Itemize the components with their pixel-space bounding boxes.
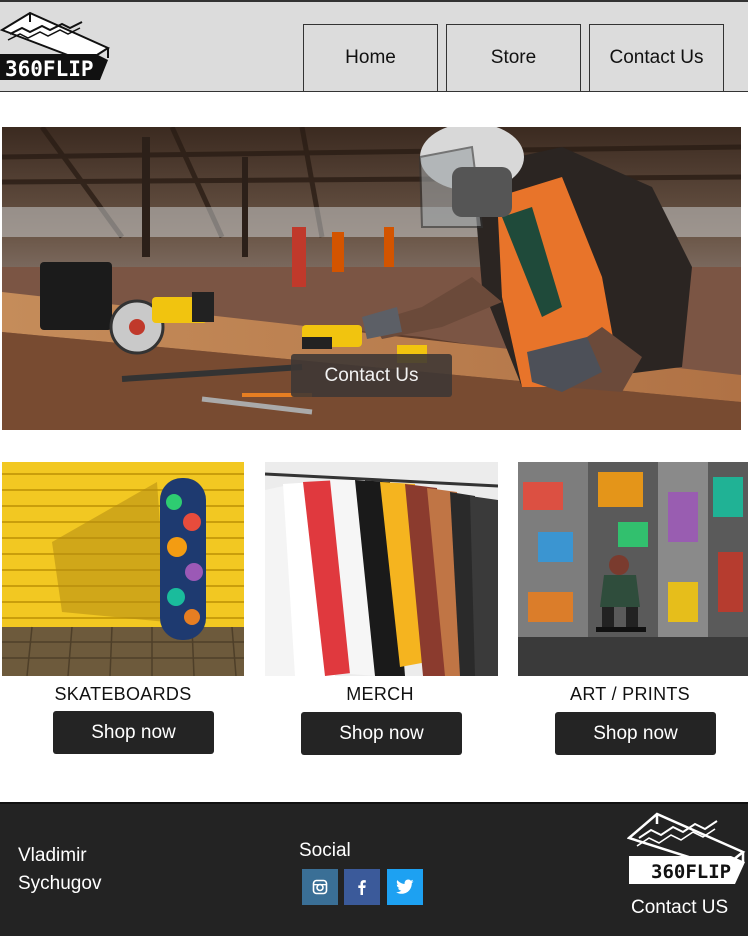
stairs-logo-icon: 360FLIP (0, 11, 111, 81)
facebook-icon (358, 880, 366, 895)
merch-title: MERCH (346, 684, 414, 704)
nav-store-button[interactable]: Store (446, 24, 581, 92)
skateboards-title: SKATEBOARDS (54, 684, 192, 704)
instagram-icon (312, 879, 328, 895)
footer-logo[interactable]: 360FLIP (626, 810, 747, 886)
footer-contact-link[interactable]: Contact US (631, 897, 728, 919)
nav-home-button[interactable]: Home (303, 24, 438, 92)
twitter-icon (396, 879, 414, 894)
owner-name: Vladimir Sychugov (18, 842, 178, 898)
svg-text:360FLIP: 360FLIP (651, 861, 731, 883)
twitter-button[interactable] (387, 869, 423, 905)
facebook-button[interactable] (344, 869, 380, 905)
art-prints-image[interactable] (518, 462, 748, 676)
owner-first-name: Vladimir (18, 845, 87, 866)
hero-contact-button[interactable]: Contact Us (291, 354, 452, 397)
shop-art-prints-button[interactable]: Shop now (555, 712, 716, 755)
art-prints-title: ART / PRINTS (570, 684, 690, 704)
instagram-button[interactable] (302, 869, 338, 905)
shop-skateboards-button[interactable]: Shop now (53, 711, 214, 754)
stairs-logo-icon: 360FLIP (626, 812, 746, 884)
social-heading: Social (299, 840, 351, 861)
svg-text:360FLIP: 360FLIP (5, 57, 94, 81)
site-header: 360FLIP Home Store Contact Us (0, 0, 748, 92)
owner-last-name: Sychugov (18, 873, 102, 894)
nav-contact-button[interactable]: Contact Us (589, 24, 724, 92)
merch-image[interactable] (265, 462, 498, 676)
brand-logo[interactable]: 360FLIP (0, 10, 112, 84)
shop-merch-button[interactable]: Shop now (301, 712, 462, 755)
skateboards-image[interactable] (2, 462, 244, 676)
